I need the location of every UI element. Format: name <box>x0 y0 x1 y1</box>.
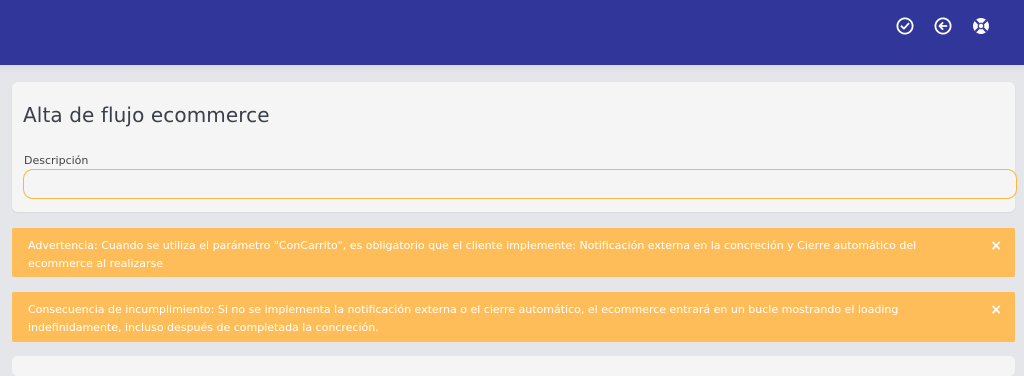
help-button[interactable] <box>971 16 991 36</box>
description-input[interactable] <box>23 169 1017 199</box>
top-bar <box>0 0 1024 65</box>
page-title: Alta de flujo ecommerce <box>23 103 270 127</box>
check-circle-icon <box>896 17 914 35</box>
warning-alert-text: Advertencia: Cuando se utiliza el paráme… <box>28 239 917 270</box>
consequence-alert-text: Consecuencia de incumplimiento: Si no se… <box>28 303 899 334</box>
arrow-left-circle-icon <box>934 17 952 35</box>
form-card: Alta de flujo ecommerce Descripción <box>12 82 1017 212</box>
header-actions <box>895 16 991 36</box>
lifebuoy-icon <box>973 18 989 34</box>
confirm-button[interactable] <box>895 16 915 36</box>
close-icon[interactable]: × <box>990 302 1002 318</box>
content-card <box>12 356 1015 376</box>
consequence-alert: Consecuencia de incumplimiento: Si no se… <box>12 292 1015 342</box>
warning-alert: Advertencia: Cuando se utiliza el paráme… <box>12 228 1015 277</box>
close-icon[interactable]: × <box>990 238 1002 254</box>
header-shadow <box>0 65 1024 73</box>
description-label: Descripción <box>24 154 89 167</box>
back-button[interactable] <box>933 16 953 36</box>
